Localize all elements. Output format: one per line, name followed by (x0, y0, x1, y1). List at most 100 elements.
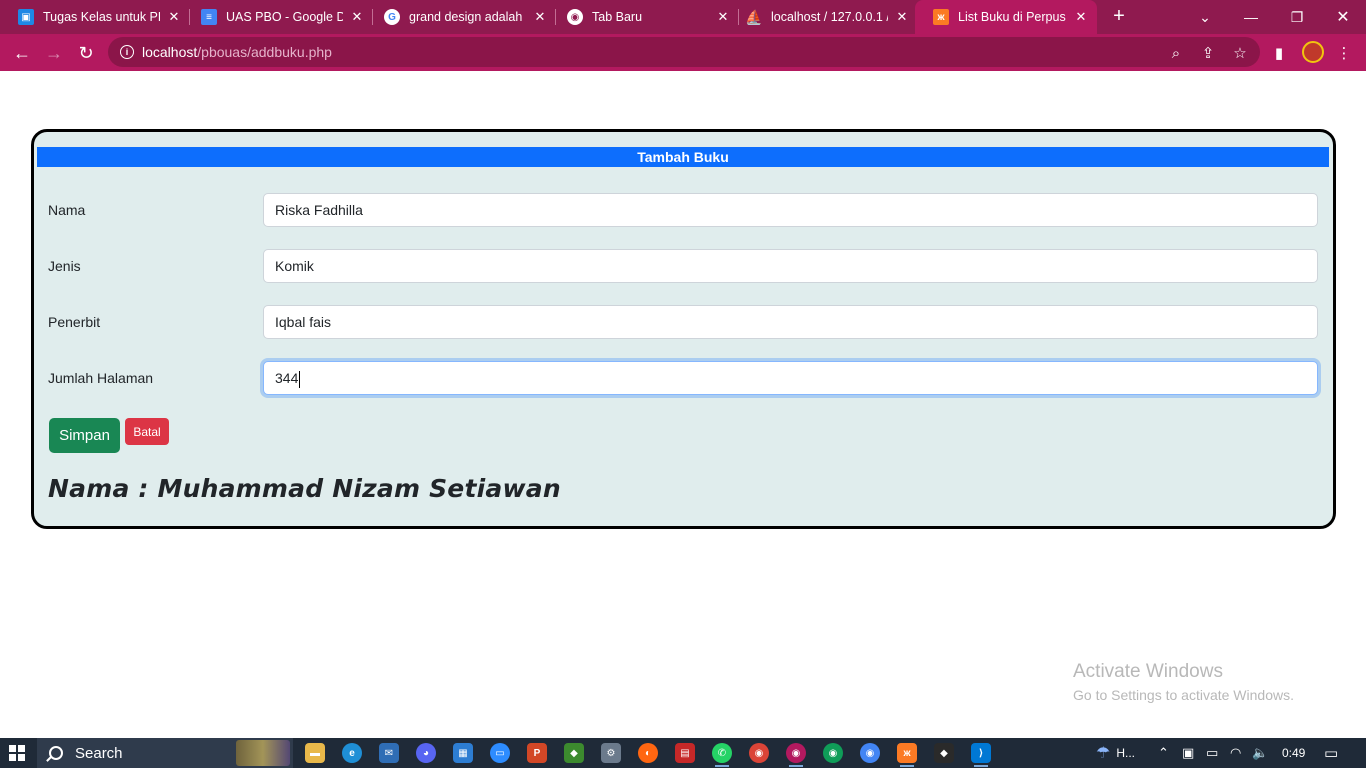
card-title: Tambah Buku (37, 147, 1329, 167)
search-highlight-image (236, 740, 290, 766)
search-label: Search (75, 744, 123, 762)
page-content: Tambah Buku Nama Riska Fadhilla Jenis Ko… (0, 71, 1366, 738)
jumlah-halaman-value: 344 (275, 370, 299, 386)
classroom-icon: ▣ (18, 9, 34, 25)
jenis-label: Jenis (48, 258, 81, 274)
close-icon[interactable]: ✕ (349, 9, 365, 25)
chrome-profile3-taskbar-icon[interactable]: ◉ (860, 743, 880, 763)
close-icon[interactable]: ✕ (166, 9, 182, 25)
tab-search-chevron-icon[interactable]: ⌄ (1182, 0, 1228, 34)
clock[interactable]: 0:49 (1282, 738, 1305, 768)
site-info-icon[interactable]: i (120, 45, 134, 59)
share-icon[interactable]: ⇪ (1197, 42, 1219, 64)
reload-icon[interactable]: ↻ (73, 40, 99, 66)
window-close-icon[interactable]: ✕ (1320, 0, 1366, 34)
weather-widget[interactable]: ☂ H... (1096, 738, 1135, 768)
profile-avatar[interactable] (1302, 41, 1324, 63)
google-docs-icon: ≡ (201, 9, 217, 25)
tab-title: UAS PBO - Google Do (226, 10, 343, 24)
minimize-icon[interactable]: — (1228, 0, 1274, 34)
chrome-profile-taskbar-icon[interactable]: ◉ (786, 743, 806, 767)
phpmyadmin-icon: ⛵ (745, 8, 763, 25)
edge-icon[interactable]: e (342, 743, 362, 763)
author-name: Nama : Muhammad Nizam Setiawan (48, 474, 561, 503)
close-icon[interactable]: ✕ (532, 9, 548, 25)
tab-uas-pbo[interactable]: ≡ UAS PBO - Google Do ✕ (183, 0, 373, 34)
forward-icon[interactable]: → (41, 40, 67, 66)
tab-localhost[interactable]: ⛵ localhost / 127.0.0.1 / ✕ (728, 0, 918, 34)
weather-text: H... (1116, 746, 1136, 760)
add-book-card: Tambah Buku Nama Riska Fadhilla Jenis Ko… (31, 129, 1336, 529)
chrome-icon: ◉ (567, 9, 583, 25)
whatsapp-icon[interactable]: ✆ (712, 743, 732, 767)
watermark-title: Activate Windows (1073, 661, 1223, 682)
tab-title: Tab Baru (592, 10, 643, 24)
chrome-taskbar-icon[interactable]: ◉ (749, 743, 769, 763)
jumlah-halaman-label: Jumlah Halaman (48, 370, 154, 386)
tab-title: grand design adalah - (409, 10, 526, 24)
tab-tugas-kelas[interactable]: ▣ Tugas Kelas untuk PBO ✕ (0, 0, 190, 34)
url-path: /pbouas/addbuku.php (197, 44, 332, 60)
tab-tab-baru[interactable]: ◉ Tab Baru ✕ (549, 0, 739, 34)
jenis-input[interactable]: Komik (263, 249, 1318, 283)
tray-device-icon[interactable]: ▣ (1182, 738, 1194, 768)
volume-icon[interactable]: 🔈 (1252, 738, 1268, 768)
field-row-jenis: Jenis Komik (47, 249, 1319, 283)
tab-list-buku[interactable]: ж List Buku di Perpus ✕ (915, 0, 1097, 34)
tab-title: Tugas Kelas untuk PBO (43, 10, 160, 24)
url-host: localhost (142, 44, 198, 60)
penerbit-input[interactable]: Iqbal fais (263, 305, 1318, 339)
xampp-icon: ж (933, 9, 949, 25)
field-row-nama: Nama Riska Fadhilla (47, 193, 1319, 227)
chrome-profile2-taskbar-icon[interactable]: ◉ (823, 743, 843, 763)
close-icon[interactable]: ✕ (894, 9, 910, 25)
field-row-penerbit: Penerbit Iqbal fais (47, 305, 1319, 339)
save-button[interactable]: Simpan (49, 418, 120, 453)
side-panel-icon[interactable]: ▮ (1268, 42, 1290, 64)
field-row-jumlah-halaman: Jumlah Halaman 344 (47, 361, 1319, 395)
browser-toolbar: ← → ↻ i localhost/pbouas/addbuku.php ⌕ ⇪… (0, 34, 1366, 71)
app-green-icon[interactable]: ◆ (564, 743, 584, 763)
wifi-icon[interactable]: ◠ (1230, 738, 1241, 768)
git-icon[interactable]: ◆ (934, 743, 954, 763)
settings-gear-icon[interactable]: ⚙ (601, 743, 621, 763)
back-icon[interactable]: ← (9, 40, 35, 66)
windows-taskbar: Search ▬ e ✉ ◕ ▦ ▭ P ◆ ⚙ ◐ ▤ ✆ ◉ ◉ ◉ ◉ ж… (0, 738, 1366, 768)
new-tab-icon[interactable]: + (1108, 6, 1130, 28)
tab-title: localhost / 127.0.0.1 / (771, 10, 888, 24)
bookmark-star-icon[interactable]: ☆ (1229, 42, 1251, 64)
text-caret (299, 370, 301, 388)
menu-icon[interactable]: ⋮ (1333, 42, 1355, 64)
jumlah-halaman-input[interactable]: 344 (263, 361, 1318, 395)
powerpoint-icon[interactable]: P (527, 743, 547, 763)
tab-title: List Buku di Perpus (958, 10, 1066, 24)
nama-input[interactable]: Riska Fadhilla (263, 193, 1318, 227)
mail-icon[interactable]: ✉ (379, 743, 399, 763)
browser-tab-strip: ▣ Tugas Kelas untuk PBO ✕ ≡ UAS PBO - Go… (0, 0, 1366, 34)
zoom-meetings-icon[interactable]: ▭ (490, 743, 510, 763)
tab-grand-design[interactable]: G grand design adalah - ✕ (366, 0, 556, 34)
google-icon: G (384, 9, 400, 25)
notifications-icon[interactable]: ▭ (1324, 738, 1338, 768)
tray-chevron-icon[interactable]: ⌃ (1158, 738, 1169, 768)
vscode-icon[interactable]: ⟩ (971, 743, 991, 767)
zoom-icon[interactable]: ⌕ (1165, 42, 1187, 64)
activate-windows-watermark: Activate Windows Go to Settings to activ… (1073, 661, 1294, 703)
address-bar[interactable]: i localhost/pbouas/addbuku.php (108, 37, 1260, 67)
umbrella-icon: ☂ (1096, 745, 1111, 762)
discord-icon[interactable]: ◕ (416, 743, 436, 763)
firefox-icon[interactable]: ◐ (638, 743, 658, 763)
winrar-icon[interactable]: ▤ (675, 743, 695, 763)
windows-start-icon[interactable] (9, 745, 25, 761)
watermark-subtitle: Go to Settings to activate Windows. (1073, 687, 1294, 703)
search-icon (49, 746, 63, 760)
restore-icon[interactable]: ❐ (1274, 0, 1320, 34)
penerbit-label: Penerbit (48, 314, 101, 330)
close-icon[interactable]: ✕ (1073, 9, 1089, 25)
xampp-taskbar-icon[interactable]: ж (897, 743, 917, 767)
battery-icon[interactable]: ▭ (1206, 738, 1218, 768)
nama-label: Nama (48, 202, 86, 218)
cancel-button[interactable]: Batal (125, 418, 169, 445)
file-explorer-icon[interactable]: ▬ (305, 743, 325, 763)
store-icon[interactable]: ▦ (453, 743, 473, 763)
